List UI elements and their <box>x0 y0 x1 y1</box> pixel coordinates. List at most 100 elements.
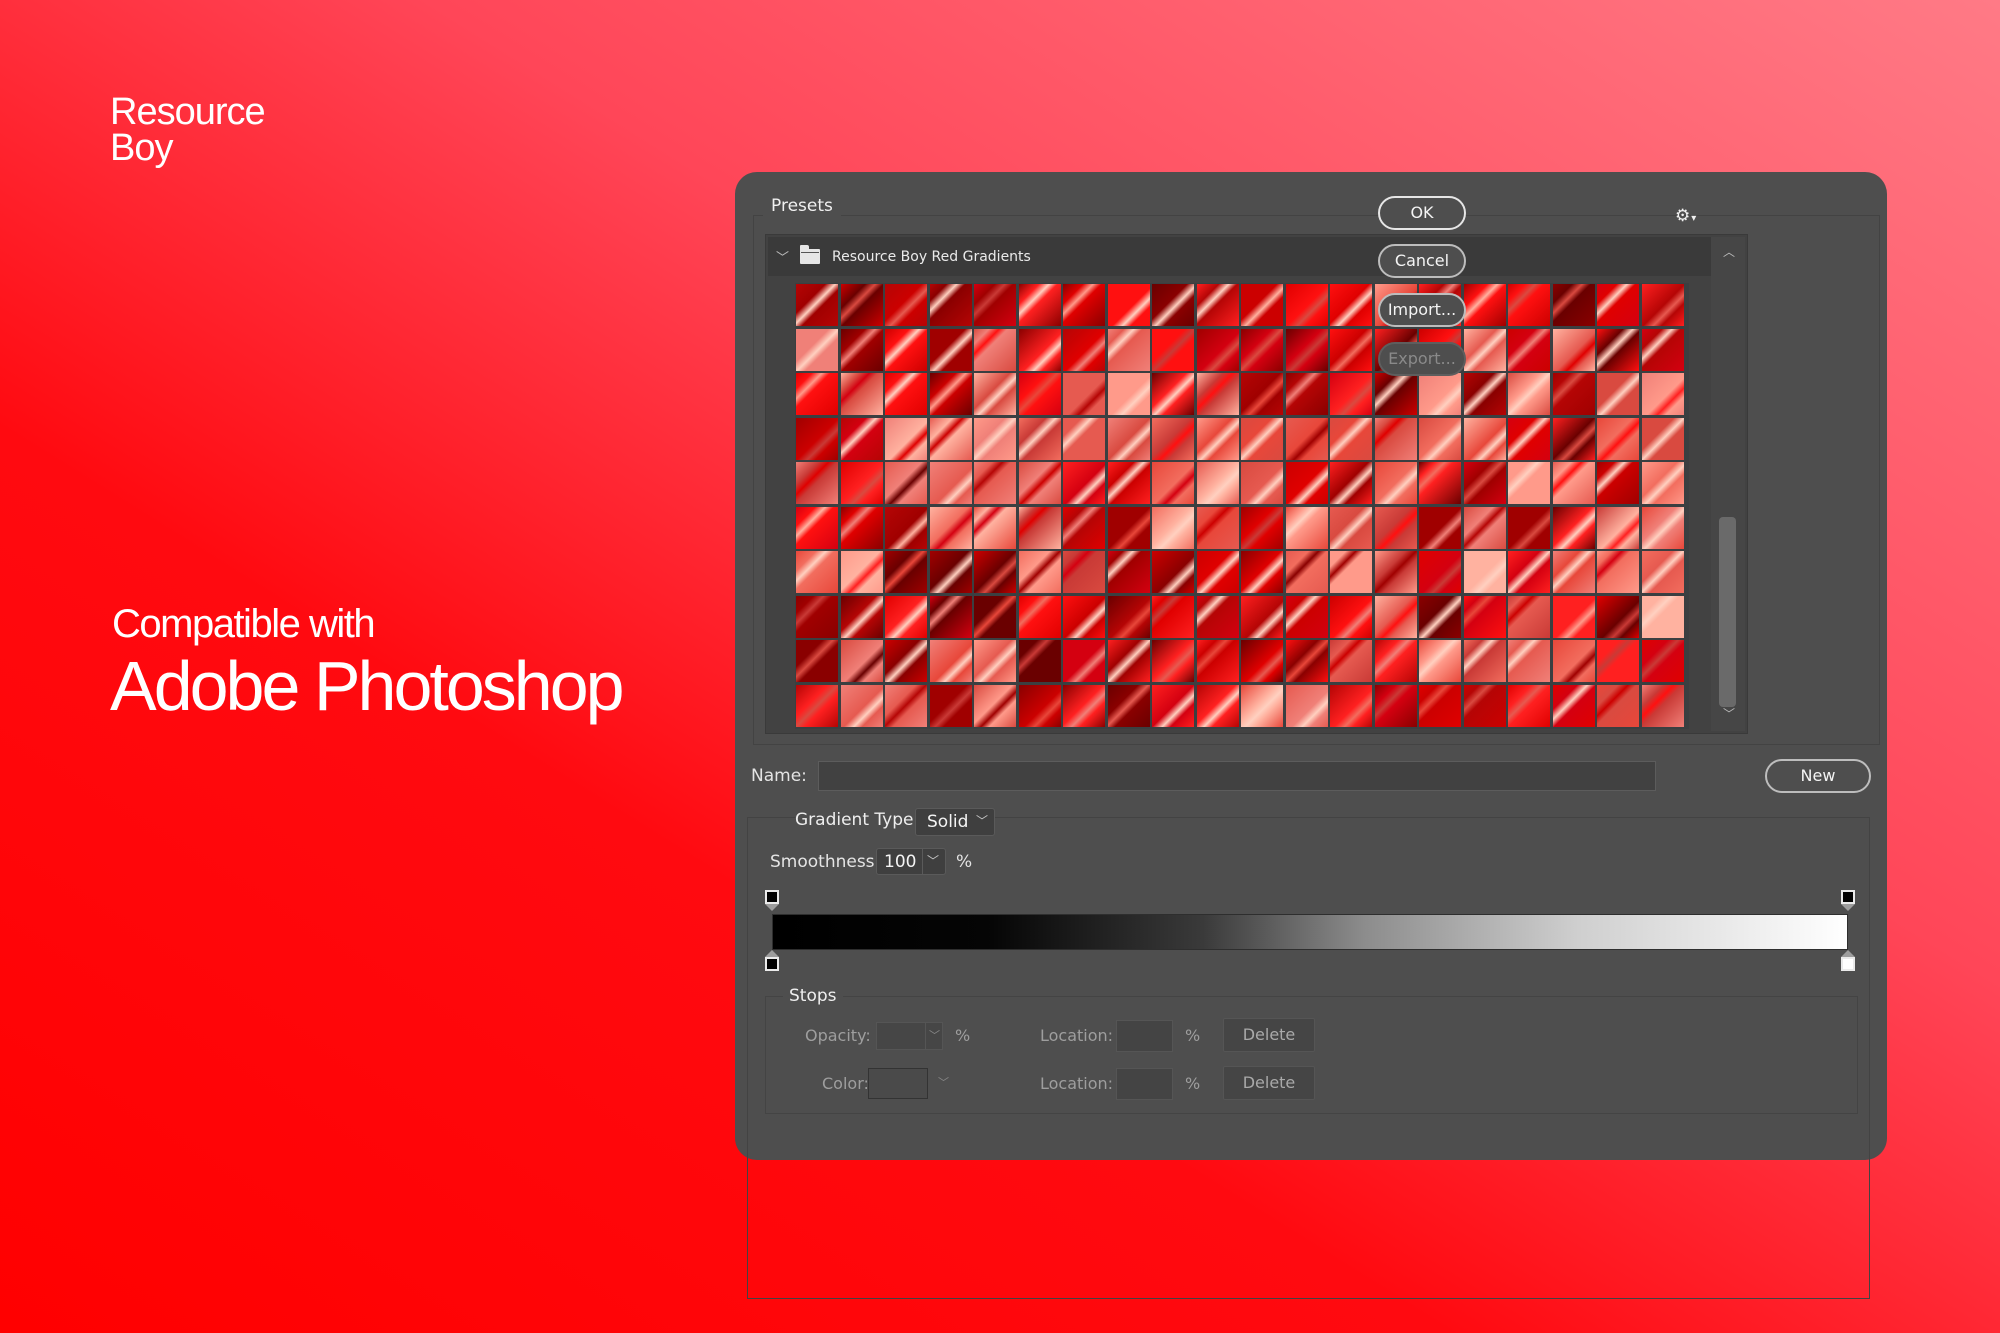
gradient-swatch[interactable] <box>1597 684 1639 727</box>
gradient-swatch[interactable] <box>1018 684 1061 727</box>
chevron-down-icon[interactable]: ﹀ <box>921 849 939 874</box>
gradient-swatch[interactable] <box>929 506 972 549</box>
gradient-swatch[interactable] <box>1463 640 1506 682</box>
gradient-swatch[interactable] <box>1641 684 1684 727</box>
gradient-swatch[interactable] <box>885 684 927 727</box>
gradient-swatch[interactable] <box>1063 551 1105 593</box>
gradient-swatch[interactable] <box>929 417 972 460</box>
gradient-swatch[interactable] <box>1063 462 1105 504</box>
gradient-swatch[interactable] <box>1419 684 1461 727</box>
gradient-swatch[interactable] <box>1508 462 1550 504</box>
gradient-swatch[interactable] <box>1152 373 1194 415</box>
gradient-swatch[interactable] <box>1063 373 1105 415</box>
gradient-swatch[interactable] <box>974 462 1016 504</box>
new-button[interactable]: New <box>1765 759 1871 793</box>
gradient-swatch[interactable] <box>1196 417 1239 460</box>
gradient-swatch[interactable] <box>1641 640 1684 682</box>
gradient-swatch[interactable] <box>1018 417 1061 460</box>
gradient-swatch[interactable] <box>929 684 972 727</box>
gradient-swatch[interactable] <box>1285 684 1328 727</box>
gradient-swatch[interactable] <box>1241 506 1283 549</box>
gear-icon[interactable]: ⚙▾ <box>1675 206 1696 226</box>
gradient-swatch[interactable] <box>1552 417 1595 460</box>
gradient-swatch[interactable] <box>885 506 927 549</box>
gradient-swatch[interactable] <box>1285 462 1328 504</box>
gradient-swatch[interactable] <box>1018 640 1061 682</box>
gradient-swatch[interactable] <box>1330 684 1372 727</box>
gradient-swatch[interactable] <box>1508 595 1550 638</box>
gradient-swatch[interactable] <box>974 417 1016 460</box>
gradient-swatch[interactable] <box>1107 551 1150 593</box>
gradient-swatch[interactable] <box>796 684 838 727</box>
gradient-swatch[interactable] <box>885 595 927 638</box>
gradient-swatch[interactable] <box>1552 284 1595 326</box>
gradient-swatch[interactable] <box>1508 373 1550 415</box>
gradient-swatch[interactable] <box>929 551 972 593</box>
opacity-stop-right[interactable] <box>1841 890 1855 911</box>
gradient-swatch[interactable] <box>1419 417 1461 460</box>
gradient-swatch[interactable] <box>1152 417 1194 460</box>
gradient-swatch[interactable] <box>1597 551 1639 593</box>
gradient-swatch[interactable] <box>1152 551 1194 593</box>
gradient-swatch[interactable] <box>1463 284 1506 326</box>
delete-opacity-stop-button[interactable]: Delete <box>1223 1018 1315 1052</box>
gradient-swatch[interactable] <box>840 595 883 638</box>
cancel-button[interactable]: Cancel <box>1378 244 1466 278</box>
gradient-swatch[interactable] <box>885 640 927 682</box>
gradient-swatch[interactable] <box>840 462 883 504</box>
gradient-swatch[interactable] <box>1641 373 1684 415</box>
gradient-swatch[interactable] <box>1463 328 1506 371</box>
gradient-swatch[interactable] <box>1063 684 1105 727</box>
gradient-swatch[interactable] <box>929 595 972 638</box>
gradient-swatch[interactable] <box>1285 284 1328 326</box>
gradient-swatch[interactable] <box>1018 328 1061 371</box>
gradient-swatch[interactable] <box>1196 595 1239 638</box>
gradient-swatch[interactable] <box>1285 551 1328 593</box>
chevron-down-icon[interactable]: ﹀ <box>938 1074 949 1090</box>
gradient-swatch[interactable] <box>1552 462 1595 504</box>
gradient-swatch[interactable] <box>1597 284 1639 326</box>
opacity-field[interactable]: ﹀ <box>876 1022 943 1050</box>
gradient-swatch[interactable] <box>1508 328 1550 371</box>
gradient-swatch[interactable] <box>840 506 883 549</box>
gradient-swatch[interactable] <box>885 284 927 326</box>
gradient-swatch[interactable] <box>929 284 972 326</box>
scrollbar-thumb[interactable] <box>1719 517 1736 707</box>
gradient-swatch[interactable] <box>974 373 1016 415</box>
gradient-swatch[interactable] <box>1330 284 1372 326</box>
gradient-swatch[interactable] <box>1641 417 1684 460</box>
gradient-swatch[interactable] <box>1508 506 1550 549</box>
gradient-swatch[interactable] <box>1063 595 1105 638</box>
gradient-swatch[interactable] <box>1552 328 1595 371</box>
gradient-swatch[interactable] <box>974 328 1016 371</box>
gradient-swatch[interactable] <box>1063 328 1105 371</box>
gradient-swatch[interactable] <box>1107 284 1150 326</box>
gradient-swatch[interactable] <box>796 284 838 326</box>
gradient-swatch[interactable] <box>1463 462 1506 504</box>
chevron-down-icon[interactable]: ﹀ <box>776 247 796 266</box>
gradient-swatch[interactable] <box>1196 462 1239 504</box>
gradient-swatch[interactable] <box>1196 684 1239 727</box>
smoothness-field[interactable]: 100 ﹀ <box>876 848 946 875</box>
gradient-swatch[interactable] <box>1241 551 1283 593</box>
gradient-swatch[interactable] <box>796 506 838 549</box>
gradient-swatch[interactable] <box>1063 284 1105 326</box>
import-button[interactable]: Import... <box>1378 293 1466 327</box>
gradient-swatch[interactable] <box>796 640 838 682</box>
color-stop-right[interactable] <box>1841 950 1855 971</box>
gradient-swatch[interactable] <box>1152 462 1194 504</box>
gradient-swatch[interactable] <box>974 684 1016 727</box>
gradient-swatch[interactable] <box>1374 595 1417 638</box>
gradient-swatch[interactable] <box>1641 328 1684 371</box>
gradient-swatch[interactable] <box>1330 551 1372 593</box>
gradient-swatch[interactable] <box>1374 640 1417 682</box>
gradient-swatch[interactable] <box>1508 551 1550 593</box>
gradient-swatch[interactable] <box>796 551 838 593</box>
gradient-swatch[interactable] <box>1374 417 1417 460</box>
gradient-swatch[interactable] <box>1641 506 1684 549</box>
gradient-swatch[interactable] <box>1597 506 1639 549</box>
gradient-swatch[interactable] <box>1241 640 1283 682</box>
gradient-swatch[interactable] <box>1107 684 1150 727</box>
gradient-swatch[interactable] <box>840 684 883 727</box>
gradient-swatch[interactable] <box>1285 417 1328 460</box>
